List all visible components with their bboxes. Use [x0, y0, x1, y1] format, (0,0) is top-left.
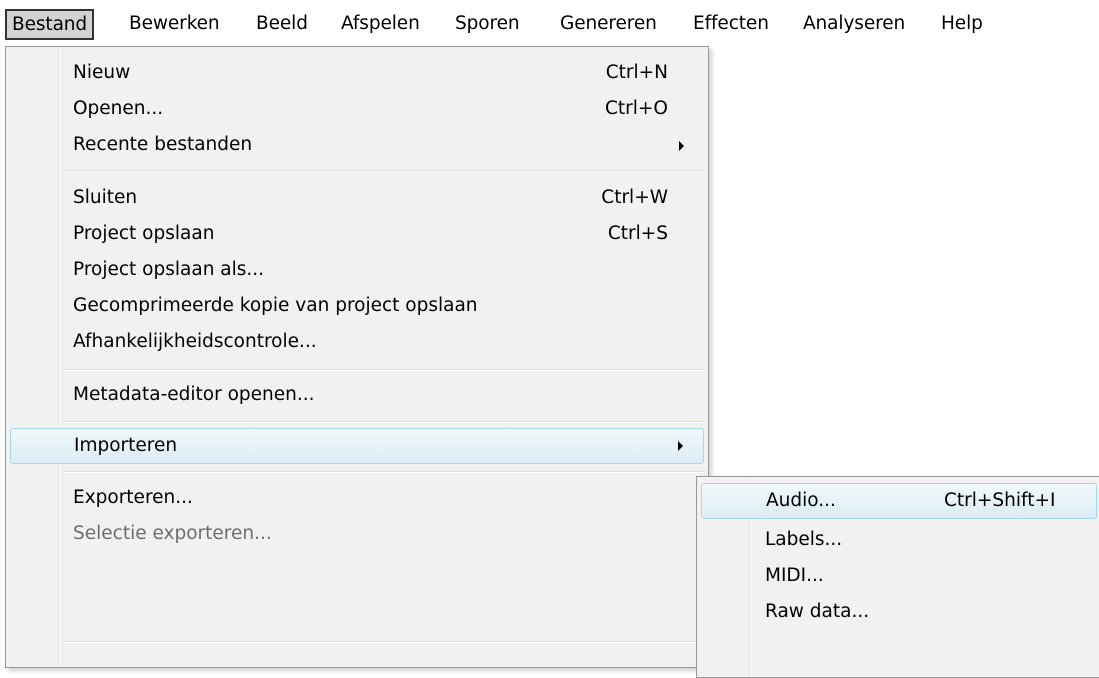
menu-item-label: Gecomprimeerde kopie van project opslaan	[73, 295, 478, 316]
menu-separator	[64, 369, 706, 371]
menu-item-openen[interactable]: Openen... Ctrl+O	[8, 91, 706, 127]
menu-item-shortcut: Ctrl+O	[605, 98, 668, 119]
menu-item-selectie-exporteren: Selectie exporteren...	[8, 516, 706, 552]
menu-item-label: Project opslaan als...	[73, 259, 265, 280]
menu-separator	[64, 641, 706, 643]
menu-beeld[interactable]: Beeld	[256, 10, 308, 37]
menu-sporen[interactable]: Sporen	[455, 10, 520, 37]
menu-item-label: Afhankelijkheidscontrole...	[73, 331, 317, 352]
menu-item-label: Nieuw	[73, 62, 131, 83]
file-menu-dropdown: Nieuw Ctrl+N Openen... Ctrl+O Recente be…	[5, 46, 709, 668]
menu-item-shortcut: Ctrl+S	[607, 223, 668, 244]
menu-separator	[64, 471, 706, 473]
menu-item-exporteren[interactable]: Exporteren...	[8, 480, 706, 516]
submenu-arrow-icon	[678, 441, 683, 451]
menu-item-gecomprimeerde-kopie[interactable]: Gecomprimeerde kopie van project opslaan	[8, 288, 706, 324]
menu-item-label: Labels...	[765, 529, 843, 550]
menu-item-label: Openen...	[73, 98, 164, 119]
menu-item-metadata-editor[interactable]: Metadata-editor openen...	[8, 377, 706, 413]
menu-item-label: Selectie exporteren...	[73, 523, 272, 544]
menu-item-recente-bestanden[interactable]: Recente bestanden	[8, 127, 706, 163]
submenu-item-midi[interactable]: MIDI...	[699, 558, 1099, 594]
submenu-item-raw-data[interactable]: Raw data...	[699, 594, 1099, 630]
menu-item-label: Recente bestanden	[73, 134, 253, 155]
menu-effecten[interactable]: Effecten	[693, 10, 769, 37]
menu-item-sluiten[interactable]: Sluiten Ctrl+W	[8, 180, 706, 216]
menu-item-label: Project opslaan	[73, 223, 215, 244]
menu-bestand[interactable]: Bestand	[5, 9, 95, 40]
menu-item-label: Sluiten	[73, 187, 138, 208]
import-submenu: Audio... Ctrl+Shift+I Labels... MIDI... …	[696, 476, 1099, 678]
menu-item-project-opslaan-als[interactable]: Project opslaan als...	[8, 252, 706, 288]
menu-item-shortcut: Ctrl+N	[605, 62, 668, 83]
menu-item-nieuw[interactable]: Nieuw Ctrl+N	[8, 55, 706, 91]
menu-genereren[interactable]: Genereren	[560, 10, 657, 37]
menu-item-shortcut: Ctrl+W	[601, 187, 668, 208]
menu-item-label: Exporteren...	[73, 487, 193, 508]
menu-separator	[64, 170, 706, 172]
menu-analyseren[interactable]: Analyseren	[803, 10, 905, 37]
menu-item-shortcut: Ctrl+Shift+I	[944, 490, 1056, 511]
menu-item-label: Raw data...	[765, 601, 870, 622]
menu-help[interactable]: Help	[941, 10, 983, 37]
menu-item-label: MIDI...	[765, 565, 824, 586]
menu-afspelen[interactable]: Afspelen	[341, 10, 420, 37]
menu-item-importeren[interactable]: Importeren	[10, 428, 704, 464]
menu-separator	[64, 421, 706, 423]
menu-item-label: Metadata-editor openen...	[73, 384, 315, 405]
submenu-item-labels[interactable]: Labels...	[699, 522, 1099, 558]
menu-item-label: Audio...	[766, 490, 836, 511]
submenu-item-audio[interactable]: Audio... Ctrl+Shift+I	[701, 483, 1097, 519]
menu-item-label: Importeren	[74, 435, 178, 456]
submenu-arrow-icon	[679, 141, 684, 151]
menu-item-afhankelijkheidscontrole[interactable]: Afhankelijkheidscontrole...	[8, 324, 706, 360]
menu-bar: Bestand Bewerken Beeld Afspelen Sporen G…	[0, 0, 1099, 42]
menu-item-project-opslaan[interactable]: Project opslaan Ctrl+S	[8, 216, 706, 252]
menu-bewerken[interactable]: Bewerken	[129, 10, 220, 37]
